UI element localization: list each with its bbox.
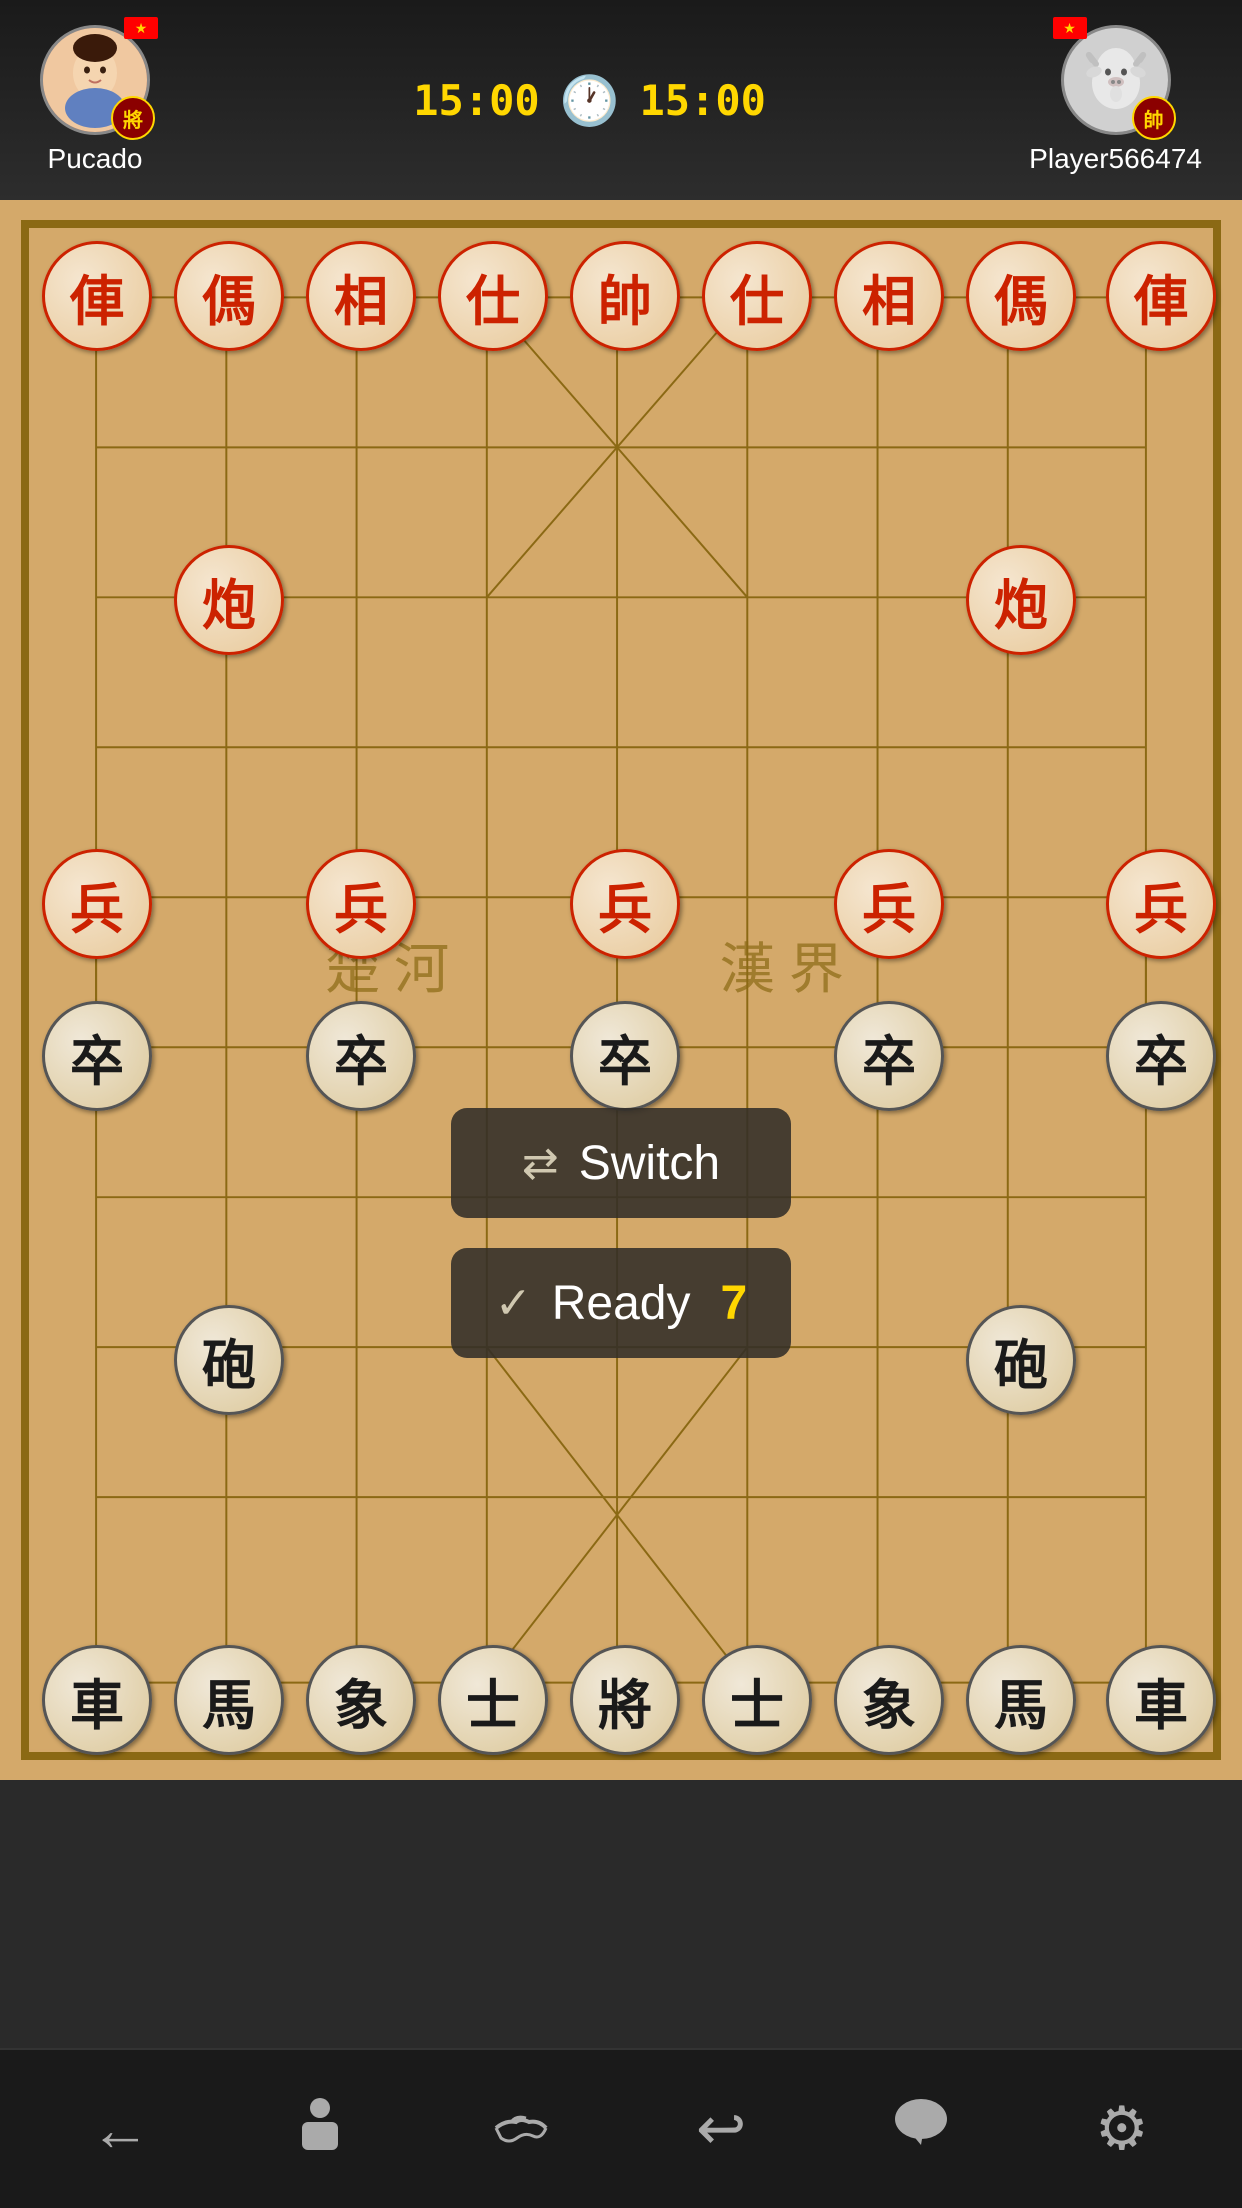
- switch-label: Switch: [579, 1136, 720, 1191]
- piece-兵-8-4[interactable]: 兵: [1106, 849, 1216, 959]
- chess-board: 楚 河 漢 界 俥傌相仕帥仕相傌俥炮炮兵兵兵兵兵車馬象士將士象馬車砲砲卒卒卒卒卒…: [21, 220, 1221, 1760]
- piece-馬-7-9[interactable]: 馬: [966, 1645, 1076, 1755]
- timer1: 15:00: [413, 76, 539, 125]
- ready-icon: ✓: [495, 1278, 532, 1329]
- ready-button[interactable]: ✓ Ready 7: [451, 1248, 791, 1358]
- clock-icon: 🕐: [560, 72, 620, 129]
- switch-button[interactable]: ⇄ Switch: [451, 1108, 791, 1218]
- ready-label: Ready: [552, 1276, 691, 1331]
- piece-帥-4-0[interactable]: 帥: [570, 241, 680, 351]
- handshake-button[interactable]: [451, 2069, 591, 2189]
- piece-卒-0-5[interactable]: 卒: [42, 1001, 152, 1111]
- piece-士-3-9[interactable]: 士: [438, 1645, 548, 1755]
- piece-仕-3-0[interactable]: 仕: [438, 241, 548, 351]
- piece-炮-1-2[interactable]: 炮: [174, 545, 284, 655]
- back-icon: ←: [90, 2095, 150, 2164]
- player1-avatar-container: 將 ★: [40, 25, 150, 135]
- piece-將-4-9[interactable]: 將: [570, 1645, 680, 1755]
- piece-炮-7-2[interactable]: 炮: [966, 545, 1076, 655]
- settings-button[interactable]: ⚙: [1052, 2069, 1192, 2189]
- piece-相-2-0[interactable]: 相: [306, 241, 416, 351]
- player2-name: Player566474: [1029, 143, 1202, 175]
- pieces-layer: 俥傌相仕帥仕相傌俥炮炮兵兵兵兵兵車馬象士將士象馬車砲砲卒卒卒卒卒: [29, 228, 1213, 1752]
- chat-button[interactable]: [851, 2069, 991, 2189]
- player1-name: Pucado: [48, 143, 143, 175]
- board-container: 楚 河 漢 界 俥傌相仕帥仕相傌俥炮炮兵兵兵兵兵車馬象士將士象馬車砲砲卒卒卒卒卒…: [0, 200, 1242, 1780]
- settings-icon: ⚙: [1095, 2094, 1149, 2164]
- player-icon: [290, 2092, 350, 2166]
- piece-仕-5-0[interactable]: 仕: [702, 241, 812, 351]
- piece-馬-1-9[interactable]: 馬: [174, 1645, 284, 1755]
- undo-icon: ↩: [696, 2094, 746, 2164]
- piece-車-8-9[interactable]: 車: [1106, 1645, 1216, 1755]
- timer2: 15:00: [639, 76, 765, 125]
- overlay-buttons: ⇄ Switch ✓ Ready 7: [451, 1108, 791, 1358]
- piece-士-5-9[interactable]: 士: [702, 1645, 812, 1755]
- player1-flag: ★: [124, 17, 158, 39]
- piece-兵-2-4[interactable]: 兵: [306, 849, 416, 959]
- back-button[interactable]: ←: [50, 2069, 190, 2189]
- bottom-toolbar: ← ↩ ⚙: [0, 2048, 1242, 2208]
- below-board-gap: [0, 1780, 1242, 2048]
- piece-兵-0-4[interactable]: 兵: [42, 849, 152, 959]
- handshake-icon: [491, 2095, 551, 2164]
- player1-info: 將 ★ Pucado: [40, 25, 150, 175]
- piece-相-6-0[interactable]: 相: [834, 241, 944, 351]
- piece-卒-4-5[interactable]: 卒: [570, 1001, 680, 1111]
- piece-象-2-9[interactable]: 象: [306, 1645, 416, 1755]
- player2-avatar-container: 帥 ★: [1061, 25, 1171, 135]
- undo-button[interactable]: ↩: [651, 2069, 791, 2189]
- piece-兵-6-4[interactable]: 兵: [834, 849, 944, 959]
- piece-傌-7-0[interactable]: 傌: [966, 241, 1076, 351]
- player1-rank-badge: 將: [111, 96, 155, 140]
- player2-flag: ★: [1053, 17, 1087, 39]
- header: 將 ★ Pucado 15:00 🕐 15:00: [0, 0, 1242, 200]
- piece-砲-7-7[interactable]: 砲: [966, 1305, 1076, 1415]
- piece-卒-2-5[interactable]: 卒: [306, 1001, 416, 1111]
- piece-俥-8-0[interactable]: 俥: [1106, 241, 1216, 351]
- piece-俥-0-0[interactable]: 俥: [42, 241, 152, 351]
- player2-info: 帥 ★ Player566474: [1029, 25, 1202, 175]
- switch-icon: ⇄: [522, 1138, 559, 1189]
- piece-傌-1-0[interactable]: 傌: [174, 241, 284, 351]
- piece-象-6-9[interactable]: 象: [834, 1645, 944, 1755]
- piece-卒-8-5[interactable]: 卒: [1106, 1001, 1216, 1111]
- timer-section: 15:00 🕐 15:00: [413, 72, 766, 129]
- player2-rank-badge: 帥: [1132, 96, 1176, 140]
- piece-卒-6-5[interactable]: 卒: [834, 1001, 944, 1111]
- piece-兵-4-4[interactable]: 兵: [570, 849, 680, 959]
- piece-砲-1-7[interactable]: 砲: [174, 1305, 284, 1415]
- chat-icon: [891, 2095, 951, 2164]
- player-button[interactable]: [250, 2069, 390, 2189]
- ready-count: 7: [720, 1276, 747, 1331]
- piece-車-0-9[interactable]: 車: [42, 1645, 152, 1755]
